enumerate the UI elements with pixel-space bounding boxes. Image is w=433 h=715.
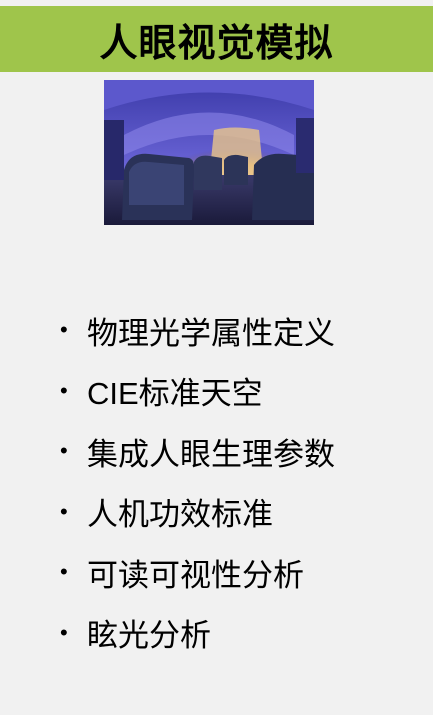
bullet-dot-icon: •: [60, 317, 68, 343]
list-item: • 集成人眼生理参数: [60, 421, 335, 482]
list-item: • CIE标准天空: [60, 361, 335, 422]
feature-list: • 物理光学属性定义 • CIE标准天空 • 集成人眼生理参数 • 人机功效标准…: [60, 300, 335, 663]
bullet-dot-icon: •: [60, 559, 68, 585]
list-item-label: 物理光学属性定义: [87, 315, 335, 351]
bullet-dot-icon: •: [60, 619, 68, 645]
list-item: • 眩光分析: [60, 603, 335, 664]
list-item: • 人机功效标准: [60, 482, 335, 543]
title-banner: 人眼视觉模拟: [0, 6, 433, 72]
bullet-dot-icon: •: [60, 498, 68, 524]
bullet-dot-icon: •: [60, 377, 68, 403]
list-item-label: 眩光分析: [87, 618, 211, 654]
list-item-label: 集成人眼生理参数: [87, 436, 335, 472]
aircraft-cabin-photo: [104, 80, 314, 225]
list-item: • 物理光学属性定义: [60, 300, 335, 361]
list-item-label: 可读可视性分析: [87, 557, 304, 593]
bullet-dot-icon: •: [60, 438, 68, 464]
page-title: 人眼视觉模拟: [99, 20, 334, 65]
list-item-label: CIE标准天空: [87, 376, 263, 412]
list-item: • 可读可视性分析: [60, 542, 335, 603]
list-item-label: 人机功效标准: [87, 497, 273, 533]
